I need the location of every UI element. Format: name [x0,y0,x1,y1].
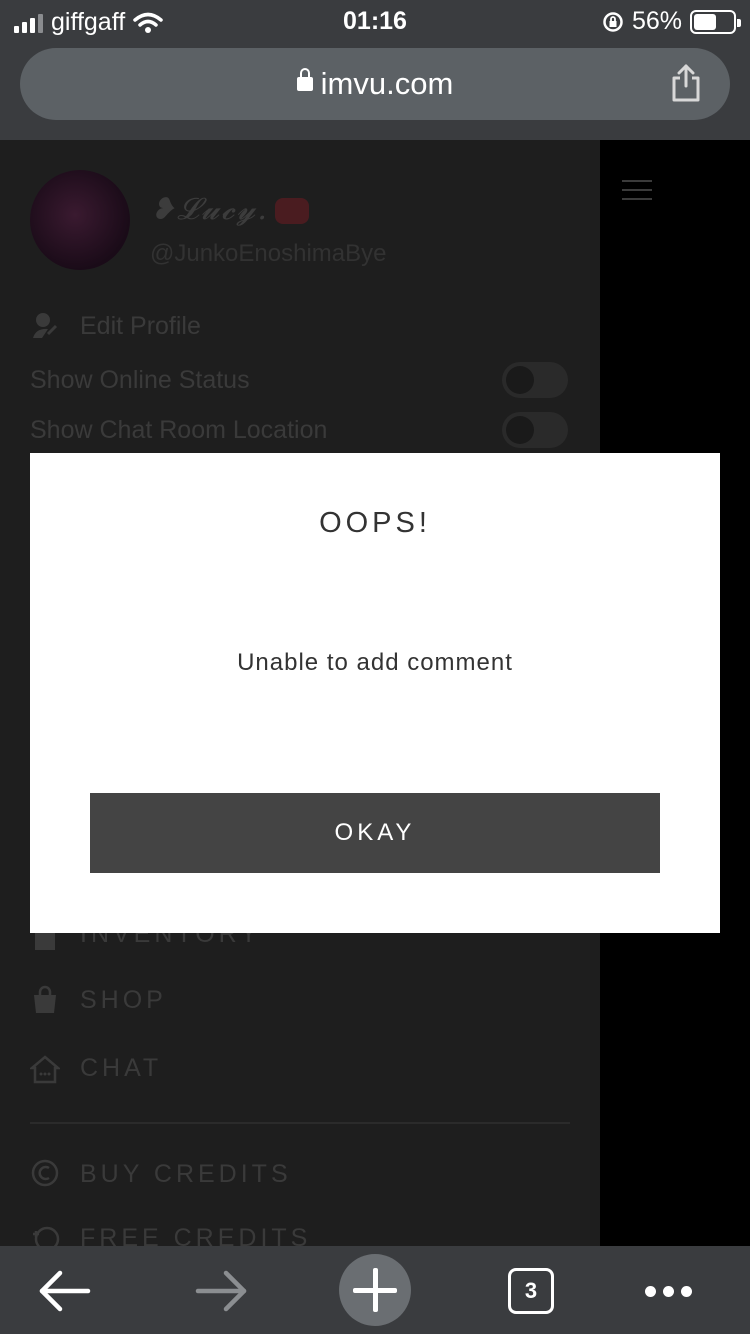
lock-icon [296,67,313,91]
display-name: ❥𝓛𝓾𝓬𝔂. [150,192,309,227]
edit-profile-link[interactable]: Edit Profile [80,312,201,341]
orientation-lock-icon [603,11,623,32]
hamburger-menu-icon[interactable] [622,180,652,207]
battery-icon [690,9,741,34]
more-options-icon[interactable] [645,1286,692,1297]
back-arrow-icon[interactable] [30,1256,100,1326]
screen: giffgaff 01:16 56% imvu.com ❥𝓛𝓾𝓬𝔂. @Junk… [0,0,750,1334]
show-online-status-label: Show Online Status [30,366,250,394]
shop-bag-icon [34,985,56,1013]
okay-button[interactable]: OKAY [90,793,660,873]
edit-profile-icon [33,313,58,338]
nav-shop[interactable]: SHOP [80,986,167,1015]
battery-percent: 56% [631,7,682,35]
avatar[interactable] [30,170,130,270]
nav-buy-credits[interactable]: BUY CREDITS [80,1160,292,1189]
nav-chat[interactable]: CHAT [80,1054,162,1083]
status-right: 56% [602,7,741,36]
share-icon[interactable] [670,64,702,102]
browser-bar: imvu.com [0,44,750,140]
browser-toolbar: 3 [0,1246,750,1334]
user-handle: @JunkoEnoshimaBye [150,240,387,267]
display-name-text: ❥𝓛𝓾𝓬𝔂. [150,192,269,227]
bow-icon [274,198,309,224]
show-chat-room-location-label: Show Chat Room Location [30,416,328,444]
forward-arrow-icon[interactable] [186,1256,256,1326]
new-tab-plus-icon[interactable] [339,1254,411,1326]
status-bar: giffgaff 01:16 56% [0,0,750,44]
tab-count-button[interactable]: 3 [508,1268,554,1314]
address-bar[interactable]: imvu.com [20,48,730,120]
dialog-title: OOPS! [319,507,431,539]
chat-room-location-toggle[interactable] [502,412,568,448]
url-text: imvu.com [320,66,454,101]
error-dialog: OOPS! Unable to add comment OKAY [30,453,720,933]
dialog-message: Unable to add comment [237,649,513,676]
online-status-toggle[interactable] [502,362,568,398]
url-display: imvu.com [20,66,730,102]
chat-house-icon [30,1055,60,1084]
menu-divider [30,1122,570,1124]
credits-icon [31,1159,59,1187]
